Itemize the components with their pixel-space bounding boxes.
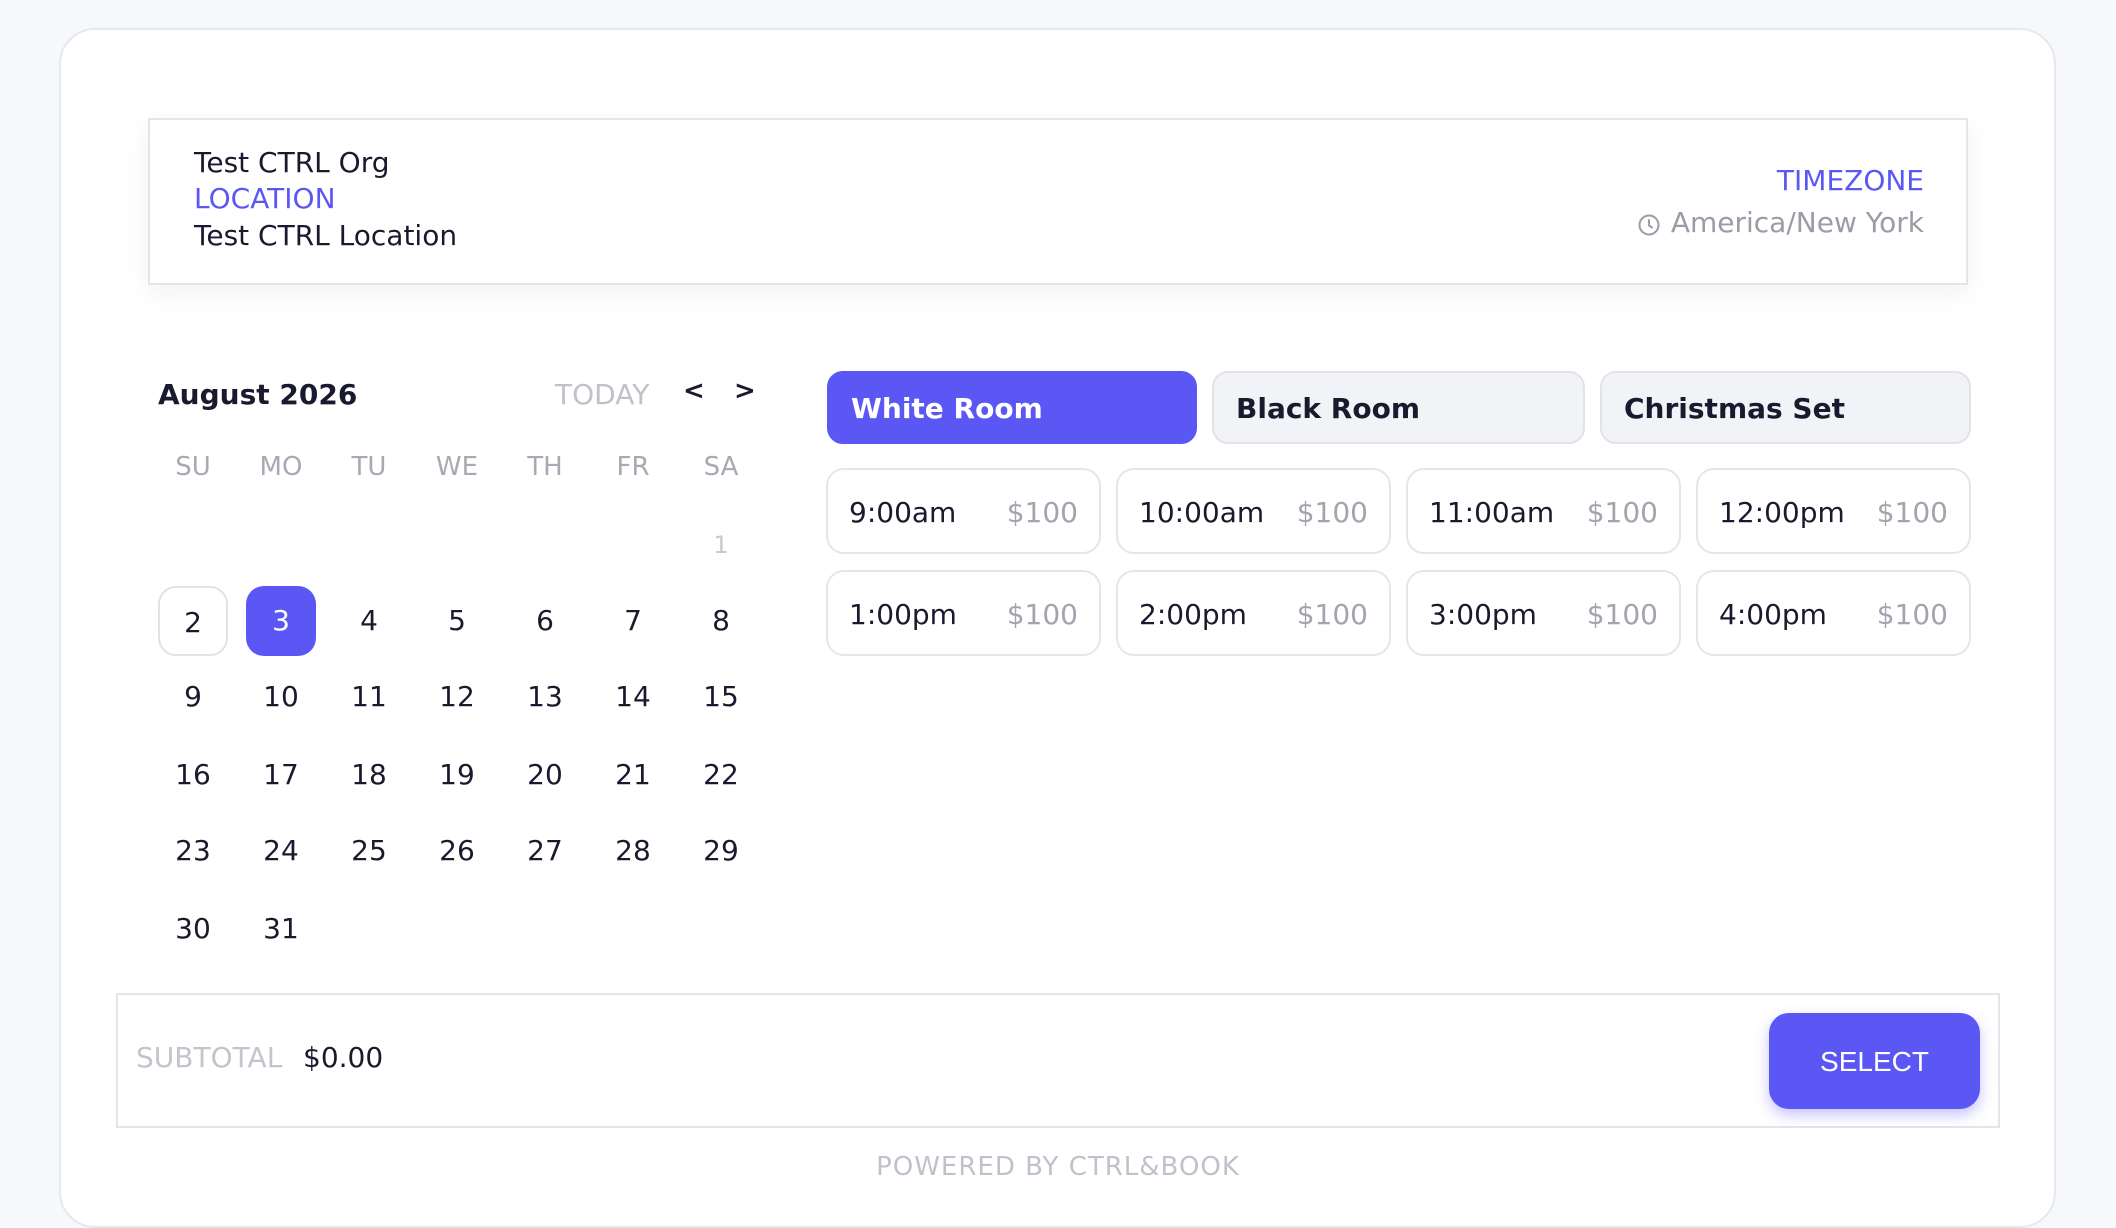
calendar-day[interactable]: 24	[246, 816, 316, 886]
slot-price: $100	[1876, 496, 1948, 529]
org-info-panel: Test CTRL Org LOCATION Test CTRL Locatio…	[148, 118, 1968, 285]
timezone-value-group: America/New York	[1637, 206, 1924, 239]
calendar-day[interactable]: 13	[510, 662, 580, 732]
calendar-day[interactable]: 19	[422, 740, 492, 810]
weekday-label: WE	[435, 452, 479, 482]
calendar-day[interactable]: 18	[334, 740, 404, 810]
calendar-day[interactable]: 27	[510, 816, 580, 886]
calendar-day[interactable]: 26	[422, 816, 492, 886]
org-name: Test CTRL Org	[194, 146, 390, 179]
subtotal-bar: SUBTOTAL $0.00 SELECT	[116, 993, 2000, 1128]
today-button[interactable]: TODAY	[555, 378, 649, 411]
calendar-day[interactable]: 16	[158, 740, 228, 810]
location-name: Test CTRL Location	[194, 219, 458, 252]
slot-price: $100	[1006, 496, 1078, 529]
calendar-day[interactable]: 9	[158, 662, 228, 732]
timezone-label: TIMEZONE	[1776, 164, 1924, 197]
subtotal-value: $0.00	[303, 1041, 384, 1074]
slot-price: $100	[1296, 598, 1368, 631]
slot-price: $100	[1296, 496, 1368, 529]
time-slot[interactable]: 3:00pm $100	[1406, 570, 1681, 656]
calendar-day[interactable]: 11	[334, 662, 404, 732]
calendar-day[interactable]: 12	[422, 662, 492, 732]
calendar-day[interactable]: 23	[158, 816, 228, 886]
slot-time: 9:00am	[849, 496, 957, 529]
calendar-day[interactable]: 1	[686, 510, 756, 580]
time-slot[interactable]: 9:00am $100	[826, 468, 1101, 554]
calendar-day[interactable]: 25	[334, 816, 404, 886]
time-slot[interactable]: 2:00pm $100	[1116, 570, 1391, 656]
time-slot[interactable]: 11:00am $100	[1406, 468, 1681, 554]
slot-time: 2:00pm	[1139, 598, 1247, 631]
next-month-button[interactable]: >	[734, 376, 756, 406]
calendar-day[interactable]: 30	[158, 894, 228, 964]
calendar-day[interactable]: 15	[686, 662, 756, 732]
weekday-label: MO	[259, 452, 303, 482]
calendar-day[interactable]: 5	[422, 586, 492, 656]
calendar-day[interactable]: 20	[510, 740, 580, 810]
room-tab[interactable]: Black Room	[1212, 371, 1585, 444]
calendar-day[interactable]: 6	[510, 586, 580, 656]
calendar-day[interactable]: 8	[686, 586, 756, 656]
calendar-day[interactable]: 4	[334, 586, 404, 656]
prev-month-button[interactable]: <	[683, 376, 705, 406]
calendar-day[interactable]: 10	[246, 662, 316, 732]
time-slot[interactable]: 1:00pm $100	[826, 570, 1101, 656]
select-button[interactable]: SELECT	[1769, 1013, 1980, 1109]
powered-by-text: POWERED BY CTRL&BOOK	[876, 1152, 1240, 1182]
calendar-day[interactable]: 17	[246, 740, 316, 810]
calendar-day[interactable]: 21	[598, 740, 668, 810]
subtotal-label: SUBTOTAL	[136, 1041, 283, 1074]
weekday-label: SA	[703, 452, 739, 482]
weekday-label: SU	[175, 452, 211, 482]
slot-time: 11:00am	[1429, 496, 1555, 529]
location-label: LOCATION	[194, 182, 336, 215]
time-slot[interactable]: 10:00am $100	[1116, 468, 1391, 554]
month-title: August 2026	[158, 378, 358, 411]
calendar-day[interactable]: 3	[246, 586, 316, 656]
weekday-label: FR	[616, 452, 650, 482]
time-slot[interactable]: 4:00pm $100	[1696, 570, 1971, 656]
calendar-day[interactable]: 22	[686, 740, 756, 810]
weekday-label: TU	[351, 452, 387, 482]
slot-price: $100	[1006, 598, 1078, 631]
calendar-day[interactable]: 28	[598, 816, 668, 886]
slot-price: $100	[1876, 598, 1948, 631]
calendar-day[interactable]: 29	[686, 816, 756, 886]
slot-time: 3:00pm	[1429, 598, 1537, 631]
calendar-day[interactable]: 14	[598, 662, 668, 732]
room-tab[interactable]: White Room	[827, 371, 1197, 444]
calendar-day[interactable]: 2	[158, 586, 228, 656]
slot-time: 12:00pm	[1719, 496, 1845, 529]
calendar-day[interactable]: 31	[246, 894, 316, 964]
slot-time: 4:00pm	[1719, 598, 1827, 631]
slot-price: $100	[1586, 496, 1658, 529]
clock-icon	[1637, 211, 1661, 235]
room-tab[interactable]: Christmas Set	[1600, 371, 1971, 444]
timezone-value: America/New York	[1670, 206, 1924, 239]
slot-price: $100	[1586, 598, 1658, 631]
slot-time: 1:00pm	[849, 598, 957, 631]
time-slot[interactable]: 12:00pm $100	[1696, 468, 1971, 554]
slot-time: 10:00am	[1139, 496, 1265, 529]
weekday-label: TH	[527, 452, 563, 482]
calendar-day[interactable]: 7	[598, 586, 668, 656]
